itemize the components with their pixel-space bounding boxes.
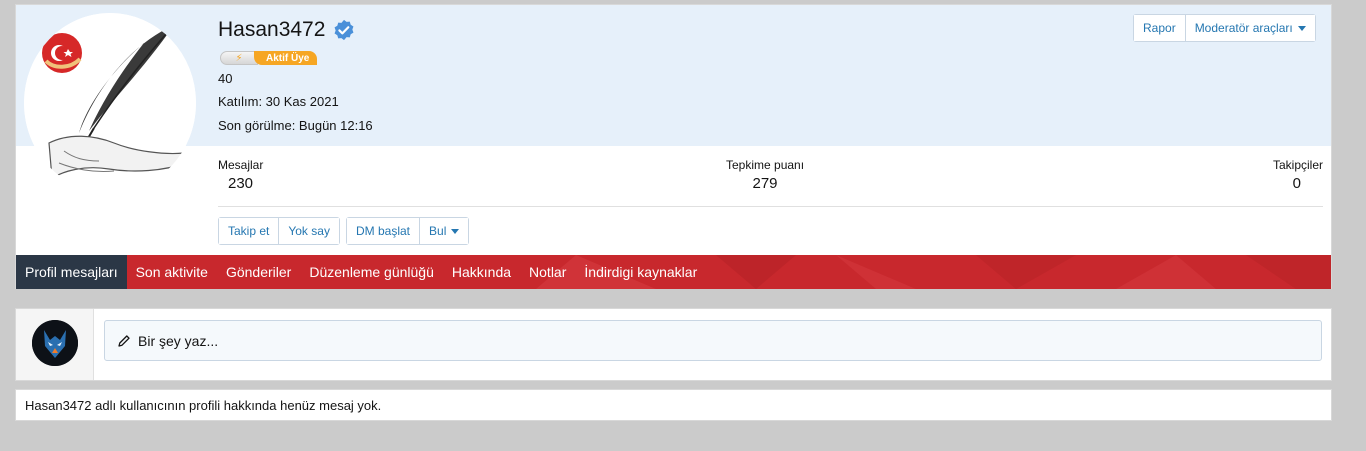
report-button[interactable]: Rapor bbox=[1134, 15, 1185, 41]
divider bbox=[218, 206, 1323, 207]
stat-label: Takipçiler bbox=[1272, 158, 1323, 172]
flag-badge-icon bbox=[42, 33, 82, 73]
bolt-icon: ⚡ bbox=[220, 51, 258, 65]
wolf-avatar-icon bbox=[32, 320, 78, 366]
top-actions: Rapor Moderatör araçları bbox=[1133, 14, 1316, 42]
start-dm-button[interactable]: DM başlat bbox=[347, 218, 420, 244]
verified-badge-icon bbox=[334, 19, 354, 41]
caret-down-icon bbox=[451, 228, 460, 234]
stat-label: Mesajlar bbox=[218, 158, 264, 172]
status-update-input[interactable]: Bir şey yaz... bbox=[104, 320, 1322, 361]
moderator-tools-label: Moderatör araçları bbox=[1194, 21, 1293, 35]
stat-followers[interactable]: Takipçiler 0 bbox=[1273, 158, 1323, 192]
composer-placeholder: Bir şey yaz... bbox=[138, 332, 219, 349]
profile-post-composer: Bir şey yaz... bbox=[15, 308, 1332, 381]
profile-card: Hasan3472 ⚡ Aktif Üye 40 Katılım: 30 Kas… bbox=[15, 4, 1332, 289]
username: Hasan3472 bbox=[218, 18, 326, 41]
ignore-button[interactable]: Yok say bbox=[278, 218, 339, 244]
tab-about[interactable]: Hakkında bbox=[443, 255, 520, 289]
points-line: 40 bbox=[218, 71, 233, 86]
stat-messages[interactable]: Mesajlar 230 bbox=[218, 158, 263, 192]
current-user-avatar[interactable] bbox=[32, 320, 78, 366]
tab-posts[interactable]: Gönderiler bbox=[217, 255, 300, 289]
caret-down-icon bbox=[1297, 25, 1306, 31]
role-badge: Aktif Üye bbox=[254, 51, 318, 65]
find-button[interactable]: Bul bbox=[419, 218, 469, 244]
stats-row: Mesajlar 230 Tepkime puanı 279 Takipçile… bbox=[218, 158, 1323, 206]
stat-label: Tepkime puanı bbox=[726, 158, 805, 172]
stat-value: 230 bbox=[228, 175, 254, 192]
stat-value: 0 bbox=[1292, 175, 1301, 192]
tab-downloaded-resources[interactable]: İndirdigi kaynaklar bbox=[575, 255, 706, 289]
profile-tabs: Profil mesajları Son aktivite Gönderiler… bbox=[16, 255, 1331, 289]
last-seen: Son görülme: Bugün 12:16 bbox=[218, 118, 373, 133]
pencil-icon bbox=[118, 334, 130, 347]
follow-ignore-group: Takip et Yok say bbox=[218, 217, 340, 245]
follow-button[interactable]: Takip et bbox=[219, 218, 279, 244]
user-banner: ⚡ Aktif Üye bbox=[220, 51, 318, 65]
stat-value: 279 bbox=[752, 175, 778, 192]
tab-recent-activity[interactable]: Son aktivite bbox=[127, 255, 217, 289]
tab-profile-messages[interactable]: Profil mesajları bbox=[16, 255, 127, 289]
stat-reaction-score[interactable]: Tepkime puanı 279 bbox=[726, 158, 804, 192]
moderator-tools-button[interactable]: Moderatör araçları bbox=[1184, 15, 1315, 41]
tab-edit-log[interactable]: Düzenleme günlüğü bbox=[300, 255, 443, 289]
find-label: Bul bbox=[429, 224, 447, 238]
quill-hand-image bbox=[24, 13, 196, 193]
empty-messages-notice: Hasan3472 adlı kullanıcının profili hakk… bbox=[15, 389, 1332, 421]
tab-notes[interactable]: Notlar bbox=[520, 255, 575, 289]
dm-find-group: DM başlat Bul bbox=[346, 217, 470, 245]
profile-avatar[interactable] bbox=[24, 13, 196, 193]
joined-date: Katılım: 30 Kas 2021 bbox=[218, 94, 339, 109]
